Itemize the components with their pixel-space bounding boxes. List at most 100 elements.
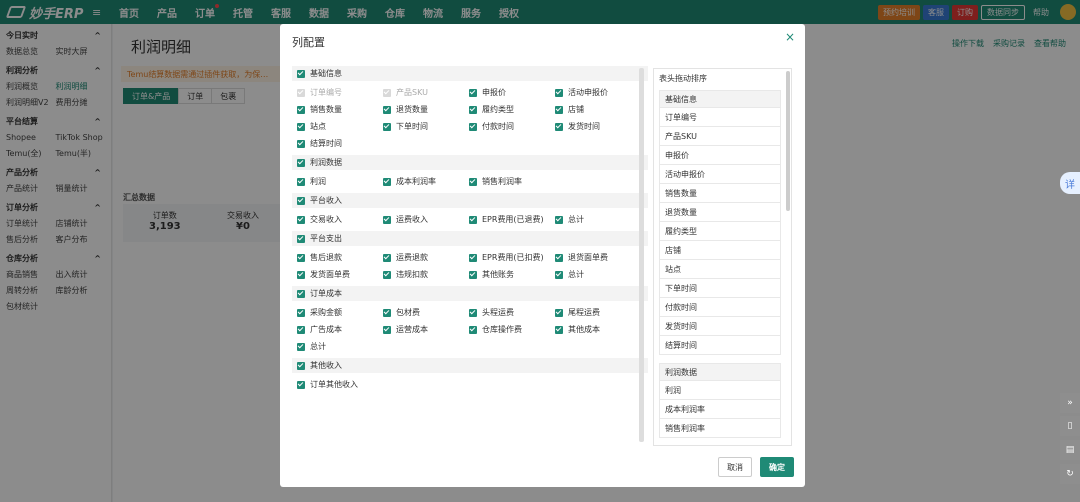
column-checkbox[interactable]: 尾程运费 [555,304,641,321]
sortable-column-item[interactable]: 店铺 [659,241,781,260]
checkbox-label: 退货面单费 [568,253,608,262]
sortable-column-item[interactable]: 下单时间 [659,279,781,298]
sortable-column-item[interactable]: 结算时间 [659,336,781,355]
column-checkbox: 订单编号 [297,84,383,101]
checkbox-label: 活动申报价 [568,88,608,97]
checkbox-icon [297,122,305,131]
sortable-column-item[interactable]: 退货数量 [659,203,781,222]
column-checkbox[interactable]: 下单时间 [383,118,469,135]
column-checkbox[interactable]: 销售数量 [297,101,383,118]
column-checkbox[interactable]: 交易收入 [297,211,383,228]
column-checkbox[interactable]: 发货面单费 [297,266,383,283]
column-checkbox[interactable]: 履约类型 [469,101,555,118]
column-checkbox[interactable]: 订单其他收入 [297,376,383,393]
column-checkbox[interactable]: 其他账务 [469,266,555,283]
checkbox-icon [297,380,305,389]
sortable-column-item[interactable]: 销售数量 [659,184,781,203]
floating-detail-tab[interactable]: 详 [1060,172,1080,194]
checkbox-icon[interactable] [297,361,305,370]
checkbox-label: 运营成本 [396,325,428,334]
checkbox-icon[interactable] [297,196,305,205]
checkbox-icon [297,325,305,334]
checkbox-icon [297,253,305,262]
column-checkbox[interactable]: 店铺 [555,101,641,118]
group-label: 平台支出 [310,234,342,243]
checkbox-icon[interactable] [297,234,305,243]
checkbox-icon [297,215,305,224]
sortable-column-item[interactable]: 成本利润率 [659,400,781,419]
column-checkbox[interactable]: 总计 [555,211,641,228]
column-checkbox[interactable]: 总计 [555,266,641,283]
column-checkbox[interactable]: 违规扣款 [383,266,469,283]
column-checkbox[interactable]: 退货数量 [383,101,469,118]
refresh-icon[interactable]: ↻ [1060,464,1080,484]
column-checkbox[interactable]: 利润 [297,173,383,190]
sortable-column-item[interactable]: 订单编号 [659,108,781,127]
column-checkbox[interactable]: 站点 [297,118,383,135]
column-group-header[interactable]: 利润数据 [292,155,648,170]
column-checkbox[interactable]: 广告成本 [297,321,383,338]
checkbox-label: 履约类型 [482,105,514,114]
column-checkbox[interactable]: 运费退款 [383,249,469,266]
column-checkbox[interactable]: EPR费用(已扣费) [469,249,555,266]
sortable-column-item[interactable]: 销售利润率 [659,419,781,438]
column-group-header[interactable]: 基础信息 [292,66,648,81]
column-checkbox[interactable]: 售后退款 [297,249,383,266]
column-group-header[interactable]: 平台支出 [292,231,648,246]
column-checkbox[interactable]: 结算时间 [297,135,383,152]
checkbox-label: 订单编号 [310,88,342,97]
column-checkbox[interactable]: 仓库操作费 [469,321,555,338]
column-checkbox[interactable]: 运营成本 [383,321,469,338]
checkbox-icon [383,88,391,97]
sortable-column-item[interactable]: 站点 [659,260,781,279]
checkbox-icon [297,139,305,148]
column-checkbox[interactable]: 其他成本 [555,321,641,338]
checkbox-label: 总计 [568,270,584,279]
checkbox-icon[interactable] [297,289,305,298]
checkbox-label: 广告成本 [310,325,342,334]
column-checkbox[interactable]: 包材费 [383,304,469,321]
column-checkbox[interactable]: 退货面单费 [555,249,641,266]
column-checkbox[interactable]: 付款时间 [469,118,555,135]
sortable-column-item[interactable]: 产品SKU [659,127,781,146]
checkbox-icon[interactable] [297,158,305,167]
column-group-header[interactable]: 平台收入 [292,193,648,208]
column-checkbox[interactable]: 销售利润率 [469,173,555,190]
checkbox-label: 运费收入 [396,215,428,224]
column-checkbox[interactable]: 头程运费 [469,304,555,321]
column-checkbox[interactable]: 采购金额 [297,304,383,321]
sortable-column-item[interactable]: 利润 [659,381,781,400]
cancel-button[interactable]: 取消 [718,457,752,477]
collapse-icon[interactable]: » [1060,393,1080,413]
column-checkbox[interactable]: 申报价 [469,84,555,101]
close-icon[interactable]: × [785,30,795,44]
checkbox-label: 发货时间 [568,122,600,131]
column-checkbox-panel: 基础信息 订单编号 产品SKU 申报价 活动申报价 销售数量 退货数量 履约类型 店铺 站点 下单时… [292,66,648,448]
checkbox-icon [297,270,305,279]
column-checkbox[interactable]: 活动申报价 [555,84,641,101]
sortable-column-item[interactable]: 申报价 [659,146,781,165]
group-label: 订单成本 [310,289,342,298]
column-checkbox[interactable]: 总计 [297,338,383,355]
confirm-button[interactable]: 确定 [760,457,794,477]
column-checkbox[interactable]: 成本利润率 [383,173,469,190]
phone-icon[interactable]: ▯ [1060,416,1080,436]
note-icon[interactable]: ▤ [1060,440,1080,460]
sortable-column-item[interactable]: 活动申报价 [659,165,781,184]
column-checkbox[interactable]: 运费收入 [383,211,469,228]
right-scrollbar[interactable] [786,71,790,211]
checkbox-icon [469,215,477,224]
group-label: 基础信息 [310,69,342,78]
checkbox-icon [469,325,477,334]
column-group-header[interactable]: 订单成本 [292,286,648,301]
column-checkbox[interactable]: EPR费用(已退费) [469,211,555,228]
left-scrollbar[interactable] [639,68,644,442]
sortable-column-item[interactable]: 发货时间 [659,317,781,336]
sortable-column-item[interactable]: 付款时间 [659,298,781,317]
checkbox-label: 交易收入 [310,215,342,224]
sortable-column-item[interactable]: 履约类型 [659,222,781,241]
column-checkbox[interactable]: 发货时间 [555,118,641,135]
checkbox-label: 销售利润率 [482,177,522,186]
checkbox-icon[interactable] [297,69,305,78]
column-group-header[interactable]: 其他收入 [292,358,648,373]
